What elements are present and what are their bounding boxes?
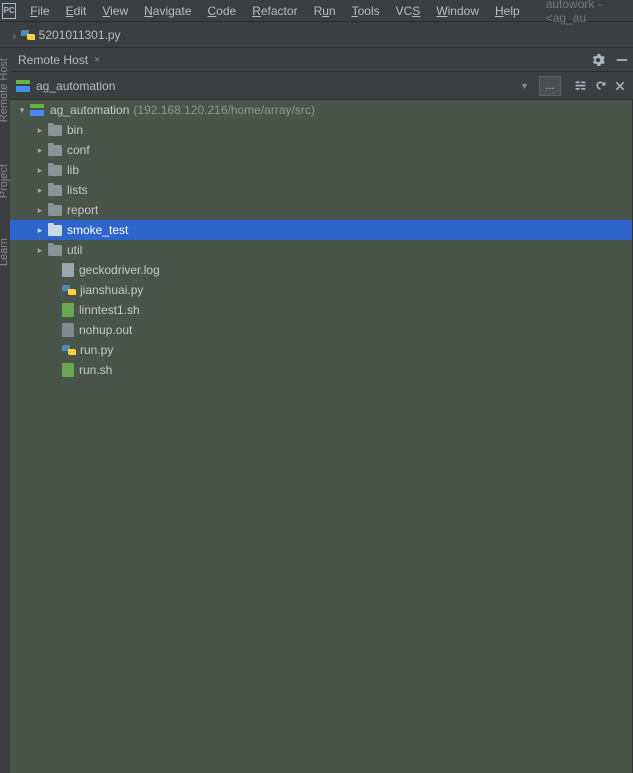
file-label: geckodriver.log: [79, 263, 160, 277]
file-icon: [62, 363, 74, 377]
folder-label: bin: [67, 123, 83, 137]
folder-icon: [48, 245, 62, 256]
host-selector[interactable]: ag_automation: [12, 77, 510, 95]
browse-button[interactable]: ...: [539, 76, 561, 96]
menu-edit[interactable]: Edit: [58, 2, 95, 20]
folder-icon: [48, 145, 62, 156]
folder-label: conf: [67, 143, 90, 157]
rail-project[interactable]: Project: [0, 164, 10, 198]
breadcrumb-file[interactable]: 5201011301.py: [39, 28, 121, 42]
tree-root[interactable]: ▾ ag_automation (192.168.120.216/home/ar…: [10, 100, 633, 120]
tree-folder-conf[interactable]: ▸ conf: [10, 140, 633, 160]
navigation-bar: › 5201011301.py: [0, 22, 633, 48]
host-selector-row: ag_automation ▼ ...: [0, 72, 633, 100]
menu-code[interactable]: Code: [200, 2, 245, 20]
close-icon[interactable]: ×: [94, 54, 100, 66]
folder-icon: [48, 225, 62, 236]
tree-folder-lib[interactable]: ▸ lib: [10, 160, 633, 180]
pycharm-logo-icon: PC: [2, 3, 16, 19]
remote-host-tab[interactable]: Remote Host ×: [12, 50, 110, 70]
host-name: ag_automation: [36, 79, 115, 93]
folder-label: report: [67, 203, 98, 217]
chevron-down-icon[interactable]: ▼: [520, 81, 529, 91]
menu-refactor[interactable]: Refactor: [244, 2, 305, 20]
left-tool-rail: Remote Host Project Learn: [0, 48, 10, 773]
folder-label: util: [67, 243, 82, 257]
expand-icon[interactable]: ▸: [34, 185, 46, 196]
remote-host-panel-header: Remote Host ×: [0, 48, 633, 72]
expand-icon[interactable]: ▸: [34, 125, 46, 136]
python-file-icon: [62, 343, 76, 357]
python-file-icon: [62, 283, 76, 297]
expand-icon[interactable]: ▸: [34, 165, 46, 176]
rail-remote-host[interactable]: Remote Host: [0, 58, 10, 122]
python-file-icon: [21, 28, 35, 42]
menu-file[interactable]: File: [22, 2, 57, 20]
menu-vcs[interactable]: VCS: [388, 2, 429, 20]
file-label: nohup.out: [79, 323, 132, 337]
file-icon: [62, 303, 74, 317]
tree-file-geckodriver.log[interactable]: geckodriver.log: [10, 260, 633, 280]
menu-help[interactable]: Help: [487, 2, 528, 20]
folder-label: lists: [67, 183, 88, 197]
tree-folder-bin[interactable]: ▸ bin: [10, 120, 633, 140]
tree-file-run.py[interactable]: run.py: [10, 340, 633, 360]
chevron-right-icon: ›: [12, 27, 17, 43]
server-icon: [30, 104, 44, 116]
diff-icon[interactable]: [573, 79, 587, 93]
file-label: run.py: [80, 343, 113, 357]
folder-label: lib: [67, 163, 79, 177]
expand-icon[interactable]: ▸: [34, 245, 46, 256]
tree-root-path: (192.168.120.216/home/array/src): [133, 103, 314, 117]
tree-root-name: ag_automation: [50, 103, 129, 117]
folder-icon: [48, 165, 62, 176]
tree-file-linntest1.sh[interactable]: linntest1.sh: [10, 300, 633, 320]
file-icon: [62, 323, 74, 337]
tree-folder-smoke_test[interactable]: ▸ smoke_test: [10, 220, 633, 240]
tab-label: Remote Host: [18, 53, 88, 67]
menubar: PC FileEditViewNavigateCodeRefactorRunTo…: [0, 0, 633, 22]
folder-icon: [48, 205, 62, 216]
close-icon[interactable]: [613, 79, 627, 93]
remote-host-tree[interactable]: ▾ ag_automation (192.168.120.216/home/ar…: [10, 100, 633, 773]
expand-icon[interactable]: ▸: [34, 205, 46, 216]
menu-window[interactable]: Window: [428, 2, 487, 20]
folder-icon: [48, 185, 62, 196]
collapse-icon[interactable]: ▾: [16, 105, 28, 116]
menu-tools[interactable]: Tools: [344, 2, 388, 20]
file-label: jianshuai.py: [80, 283, 143, 297]
expand-icon[interactable]: ▸: [34, 145, 46, 156]
refresh-icon[interactable]: [593, 79, 607, 93]
tree-file-run.sh[interactable]: run.sh: [10, 360, 633, 380]
server-icon: [16, 80, 30, 92]
tree-file-jianshuai.py[interactable]: jianshuai.py: [10, 280, 633, 300]
folder-label: smoke_test: [67, 223, 128, 237]
file-label: run.sh: [79, 363, 112, 377]
tree-file-nohup.out[interactable]: nohup.out: [10, 320, 633, 340]
file-label: linntest1.sh: [79, 303, 140, 317]
tree-folder-util[interactable]: ▸ util: [10, 240, 633, 260]
menu-run[interactable]: Run: [306, 2, 344, 20]
folder-icon: [48, 125, 62, 136]
expand-icon[interactable]: ▸: [34, 225, 46, 236]
gear-icon[interactable]: [591, 53, 605, 67]
tree-folder-report[interactable]: ▸ report: [10, 200, 633, 220]
minimize-icon[interactable]: [615, 53, 629, 67]
rail-learn[interactable]: Learn: [0, 238, 10, 266]
file-icon: [62, 263, 74, 277]
menu-view[interactable]: View: [94, 2, 136, 20]
window-title: autowork - <ag_au: [546, 0, 633, 25]
tree-folder-lists[interactable]: ▸ lists: [10, 180, 633, 200]
menu-navigate[interactable]: Navigate: [136, 2, 199, 20]
